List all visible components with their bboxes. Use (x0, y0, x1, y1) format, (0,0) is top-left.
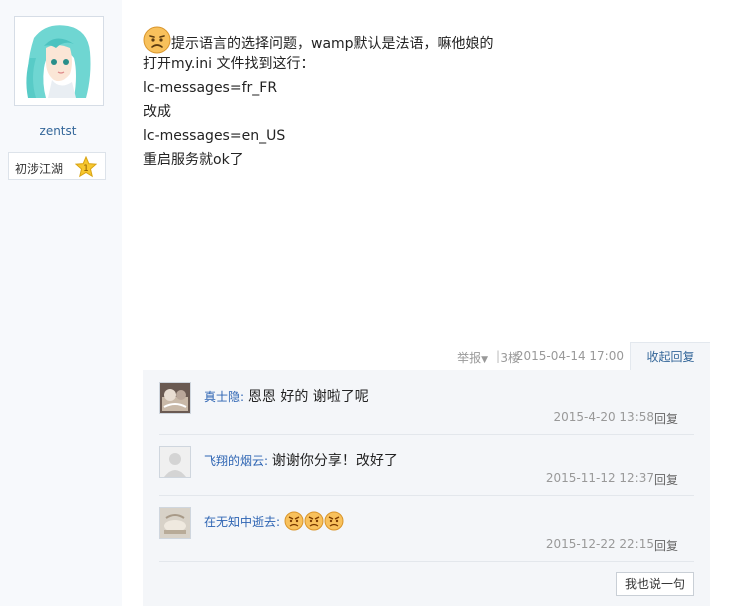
rank-label: 初涉江湖 (15, 162, 64, 176)
reply-link[interactable]: 回复 (654, 537, 678, 554)
comment-item: 在无知中逝去: 2015-12-22 22:15 回复 (159, 495, 694, 562)
caret-down-icon: ▼ (481, 355, 488, 365)
comment-avatar[interactable] (159, 382, 191, 414)
comment-avatar[interactable] (159, 507, 191, 539)
rank-badge: 初涉江湖 1 (8, 152, 106, 180)
comment-line: 飞翔的烟云: 谢谢你分享！改好了 (204, 450, 398, 470)
collapse-replies-button[interactable]: 收起回复 (630, 342, 710, 370)
comment-author[interactable]: 飞翔的烟云: (204, 454, 268, 468)
post-meta-bar: 举报▼ | 3楼 2015-04-14 17:00 收起回复 (143, 342, 710, 370)
comment-author[interactable]: 在无知中逝去: (204, 515, 280, 529)
post-line-1-text: 提示语言的选择问题，wamp默认是法语，嘛他娘的 (171, 36, 494, 52)
comment-item: 飞翔的烟云: 谢谢你分享！改好了 2015-11-12 12:37 回复 (159, 434, 694, 496)
comment-time: 2015-4-20 13:58 (553, 410, 655, 424)
comment-author[interactable]: 真士隐: (204, 390, 244, 404)
comment-text: 谢谢你分享！改好了 (271, 453, 398, 469)
reply-link[interactable]: 回复 (654, 471, 678, 488)
post-line-4: 改成 (143, 104, 171, 120)
comment-line: 在无知中逝去: (204, 511, 344, 534)
comment-line: 真士隐: 恩恩 好的 谢啦了呢 (204, 386, 369, 406)
comment-avatar[interactable] (159, 446, 191, 478)
post-line-1: 提示语言的选择问题，wamp默认是法语，嘛他娘的 (143, 20, 703, 54)
star-icon: 1 (74, 155, 98, 182)
rank-level: 1 (83, 164, 89, 174)
comment-item: 真士隐: 恩恩 好的 谢啦了呢 2015-4-20 13:58 回复 (159, 370, 694, 435)
report-label: 举报 (457, 351, 482, 365)
angry-face-icon (284, 511, 344, 534)
comment-text: 恩恩 好的 谢啦了呢 (247, 389, 369, 405)
comment-time: 2015-12-22 22:15 (545, 537, 654, 551)
comment-list: 真士隐: 恩恩 好的 谢啦了呢 2015-4-20 13:58 回复 飞翔的烟云… (143, 370, 710, 606)
post-line-6: 重启服务就ok了 (143, 152, 244, 168)
post-line-5: lc-messages=en_US (143, 128, 286, 144)
report-link[interactable]: 举报▼ (457, 349, 488, 366)
post-time: 2015-04-14 17:00 (515, 349, 624, 363)
reply-link[interactable]: 回复 (654, 410, 678, 427)
avatar-image (16, 18, 100, 102)
username-link[interactable]: zentst (0, 124, 116, 138)
add-comment-button[interactable]: 我也说一句 (616, 572, 694, 596)
user-avatar[interactable] (14, 16, 104, 106)
user-sidebar: zentst 初涉江湖 1 (0, 0, 122, 606)
post-line-2: 打开my.ini 文件找到这行： (143, 56, 315, 72)
post-line-3: lc-messages=fr_FR (143, 80, 278, 96)
post-body: 提示语言的选择问题，wamp默认是法语，嘛他娘的 打开my.ini 文件找到这行… (143, 20, 703, 172)
comment-time: 2015-11-12 12:37 (545, 471, 654, 485)
